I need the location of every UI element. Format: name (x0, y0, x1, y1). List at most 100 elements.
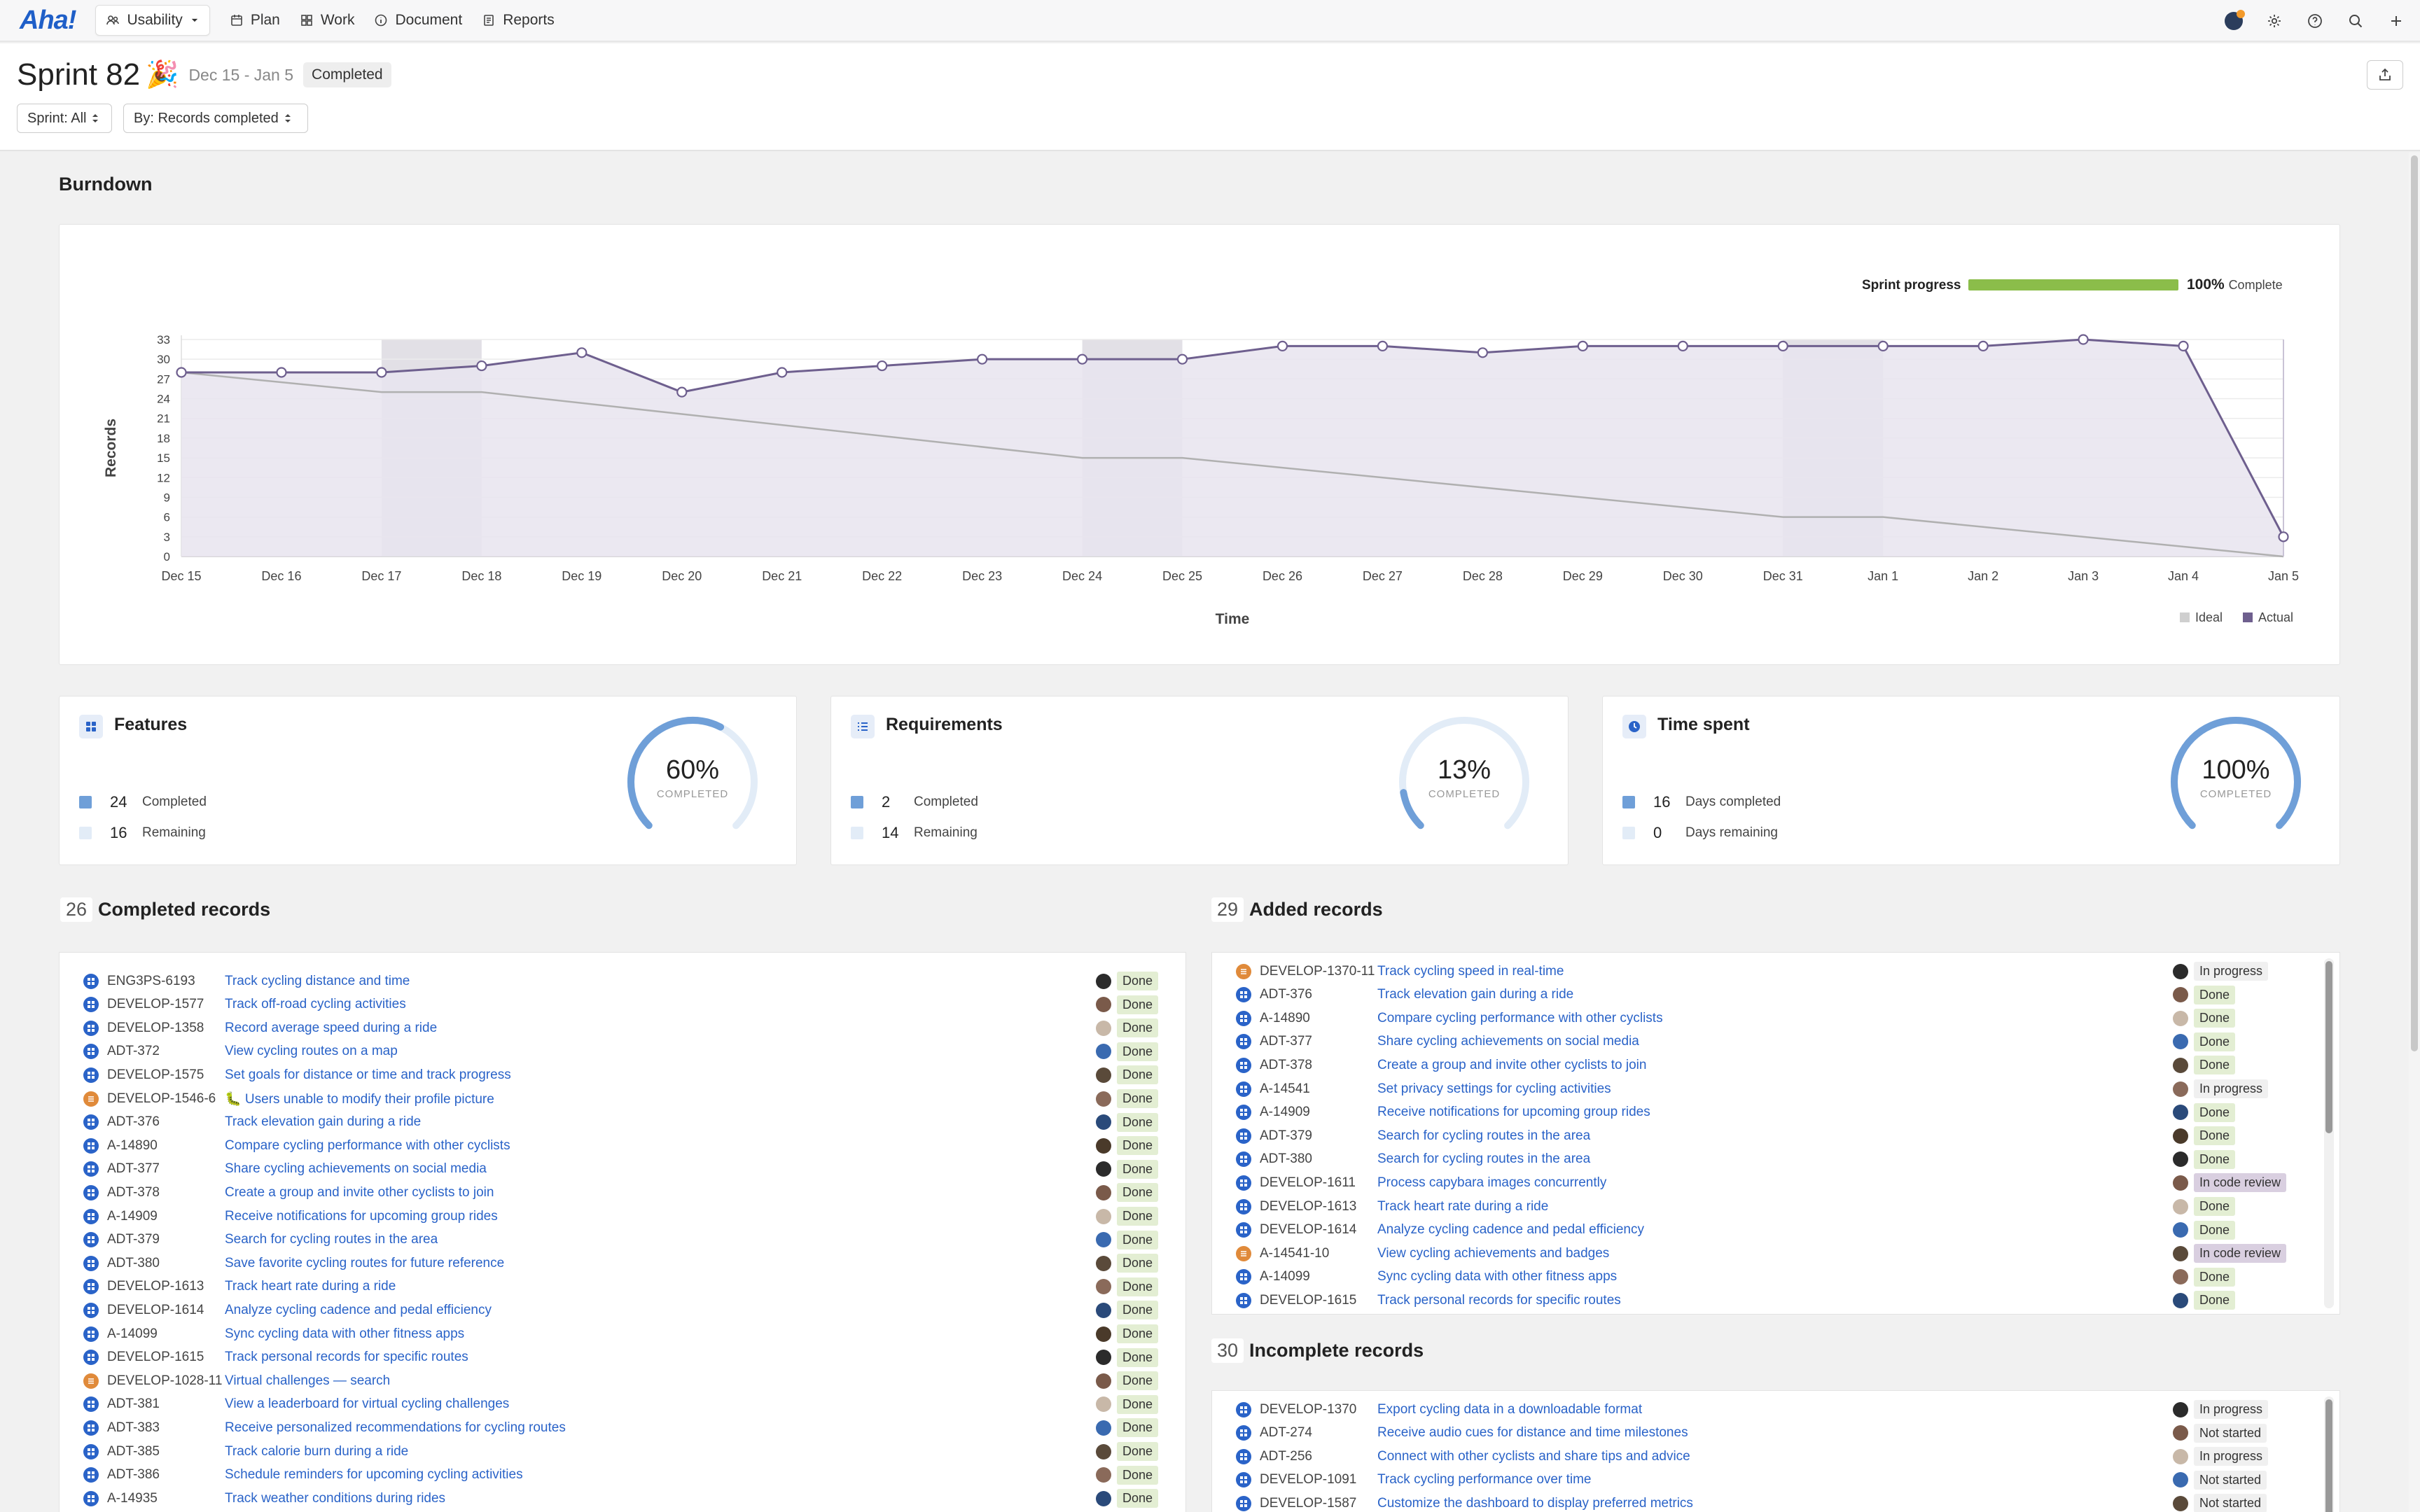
actual-point[interactable] (676, 386, 688, 398)
assignee-avatar[interactable] (1096, 1161, 1111, 1177)
record-name-link[interactable]: Receive audio cues for distance and time… (1377, 1425, 1688, 1441)
record-name-link[interactable]: Create a group and invite other cyclists… (225, 1185, 494, 1200)
assignee-avatar[interactable] (1096, 1420, 1111, 1436)
record-name-link[interactable]: Sync cycling data with other fitness app… (1377, 1269, 1617, 1284)
actual-point[interactable] (1977, 340, 1989, 351)
status-badge[interactable]: Done (1117, 1442, 1159, 1461)
assignee-avatar[interactable] (1096, 1326, 1111, 1342)
actual-point[interactable] (1176, 354, 1188, 365)
table-row[interactable]: ADT-380 Search for cycling routes in the… (1212, 1148, 2339, 1171)
actual-point[interactable] (1777, 340, 1788, 351)
status-badge[interactable]: Done (1117, 1089, 1159, 1108)
assignee-avatar[interactable] (1096, 1208, 1111, 1224)
record-name-link[interactable]: Set goals for distance or time and track… (225, 1068, 511, 1083)
record-name-link[interactable]: Record average speed during a ride (225, 1021, 437, 1036)
assignee-avatar[interactable] (2173, 1152, 2188, 1168)
record-id[interactable]: A-14890 (1260, 1011, 1310, 1026)
record-name-link[interactable]: Analyze cycling cadence and pedal effici… (225, 1303, 492, 1318)
assignee-avatar[interactable] (2173, 1401, 2188, 1418)
record-id[interactable]: DEVELOP-1575 (107, 1068, 204, 1083)
record-id[interactable]: DEVELOP-1611 (1260, 1175, 1356, 1191)
help-icon[interactable] (2305, 11, 2325, 31)
record-name-link[interactable]: Compare cycling performance with other c… (225, 1138, 510, 1154)
nav-reports[interactable]: Reports (472, 5, 564, 36)
assignee-avatar[interactable] (1096, 1302, 1111, 1318)
table-row[interactable]: A-14890 Compare cycling performance with… (1212, 1007, 2339, 1030)
record-name-link[interactable]: Track personal records for specific rout… (225, 1350, 468, 1365)
table-row[interactable]: DEVELOP-1358 Record average speed during… (60, 1016, 1185, 1040)
table-row[interactable]: A-14099 Sync cycling data with other fit… (60, 1322, 1185, 1345)
table-row[interactable]: ADT-379 Search for cycling routes in the… (60, 1228, 1185, 1252)
record-name-link[interactable]: Track elevation gain during a ride (225, 1114, 421, 1130)
table-row[interactable]: ADT-383 Receive personalized recommendat… (60, 1416, 1185, 1439)
sprint-filter[interactable]: Sprint: All (17, 104, 112, 133)
record-id[interactable]: DEVELOP-1370-11 (1260, 964, 1375, 979)
record-id[interactable]: DEVELOP-1370 (1260, 1402, 1356, 1418)
status-badge[interactable]: Done (1117, 1159, 1159, 1179)
actual-point[interactable] (476, 360, 487, 372)
table-row[interactable]: A-14890 Compare cycling performance with… (60, 1134, 1185, 1157)
status-badge[interactable]: Done (1117, 1230, 1159, 1250)
add-plus-icon[interactable] (2386, 11, 2406, 31)
record-id[interactable]: DEVELOP-1615 (1260, 1293, 1356, 1308)
record-id[interactable]: ENG3PS-6193 (107, 974, 195, 989)
record-id[interactable]: DEVELOP-1358 (107, 1021, 204, 1036)
status-badge[interactable]: Done (2194, 1197, 2236, 1216)
status-badge[interactable]: Done (1117, 1254, 1159, 1273)
actual-point[interactable] (1477, 347, 1488, 358)
assignee-avatar[interactable] (1096, 1138, 1111, 1154)
assignee-avatar[interactable] (2173, 1245, 2188, 1261)
actual-point[interactable] (1677, 340, 1688, 351)
assignee-avatar[interactable] (1096, 1443, 1111, 1460)
status-badge[interactable]: In progress (2194, 1079, 2269, 1098)
record-id[interactable]: DEVELOP-1546-6 (107, 1091, 216, 1107)
assignee-avatar[interactable] (1096, 1067, 1111, 1083)
actual-point[interactable] (2278, 531, 2289, 542)
record-name-link[interactable]: Analyze cycling cadence and pedal effici… (1377, 1222, 1644, 1238)
assignee-avatar[interactable] (2173, 1448, 2188, 1464)
record-name-link[interactable]: Receive personalized recommendations for… (225, 1420, 566, 1436)
record-name-link[interactable]: View cycling routes on a map (225, 1044, 398, 1059)
actual-point[interactable] (2078, 334, 2089, 345)
status-badge[interactable]: Done (1117, 995, 1159, 1014)
table-row[interactable]: DEVELOP-1577 Track off-road cycling acti… (60, 993, 1185, 1016)
status-badge[interactable]: Not started (2194, 1423, 2267, 1443)
actual-point[interactable] (1076, 354, 1088, 365)
status-badge[interactable]: Done (1117, 1065, 1159, 1085)
status-badge[interactable]: Not started (2194, 1470, 2267, 1490)
record-id[interactable]: ADT-378 (1260, 1058, 1312, 1073)
share-button[interactable] (2367, 60, 2403, 90)
actual-point[interactable] (176, 367, 187, 378)
status-badge[interactable]: Done (2194, 1032, 2236, 1051)
assignee-avatar[interactable] (2173, 1175, 2188, 1191)
assignee-avatar[interactable] (1096, 973, 1111, 989)
assignee-avatar[interactable] (1096, 1350, 1111, 1366)
record-id[interactable]: ADT-380 (1260, 1152, 1312, 1167)
record-id[interactable]: ADT-379 (1260, 1128, 1312, 1144)
status-badge[interactable]: Done (2194, 1102, 2236, 1122)
assignee-avatar[interactable] (2173, 963, 2188, 979)
status-badge[interactable]: In progress (2194, 1447, 2269, 1466)
table-row[interactable]: DEVELOP-1575 Set goals for distance or t… (60, 1063, 1185, 1086)
status-badge[interactable]: Done (1117, 1136, 1159, 1156)
record-id[interactable]: ADT-380 (107, 1256, 160, 1271)
record-id[interactable]: ADT-376 (1260, 987, 1312, 1002)
record-id[interactable]: ADT-377 (1260, 1034, 1312, 1049)
table-row[interactable]: DEVELOP-1615 Track personal records for … (60, 1346, 1185, 1369)
table-row[interactable]: ADT-379 Search for cycling routes in the… (1212, 1124, 2339, 1147)
table-row[interactable]: DEVELOP-1370 Export cycling data in a do… (1212, 1398, 2339, 1421)
record-name-link[interactable]: Share cycling achievements on social med… (1377, 1034, 1639, 1049)
assignee-avatar[interactable] (2173, 1425, 2188, 1441)
record-id[interactable]: A-14909 (1260, 1105, 1310, 1120)
record-id[interactable]: DEVELOP-1614 (107, 1303, 204, 1318)
status-badge[interactable]: Done (2194, 1009, 2236, 1028)
nav-work[interactable]: Work (290, 5, 365, 36)
record-name-link[interactable]: Customize the dashboard to display prefe… (1377, 1496, 1693, 1511)
record-name-link[interactable]: Sync cycling data with other fitness app… (225, 1326, 464, 1342)
assignee-avatar[interactable] (2173, 1292, 2188, 1308)
record-id[interactable]: ADT-274 (1260, 1425, 1312, 1441)
record-id[interactable]: DEVELOP-1615 (107, 1350, 204, 1365)
actual-point[interactable] (877, 360, 888, 372)
actual-point[interactable] (276, 367, 287, 378)
record-id[interactable]: ADT-386 (107, 1467, 160, 1483)
